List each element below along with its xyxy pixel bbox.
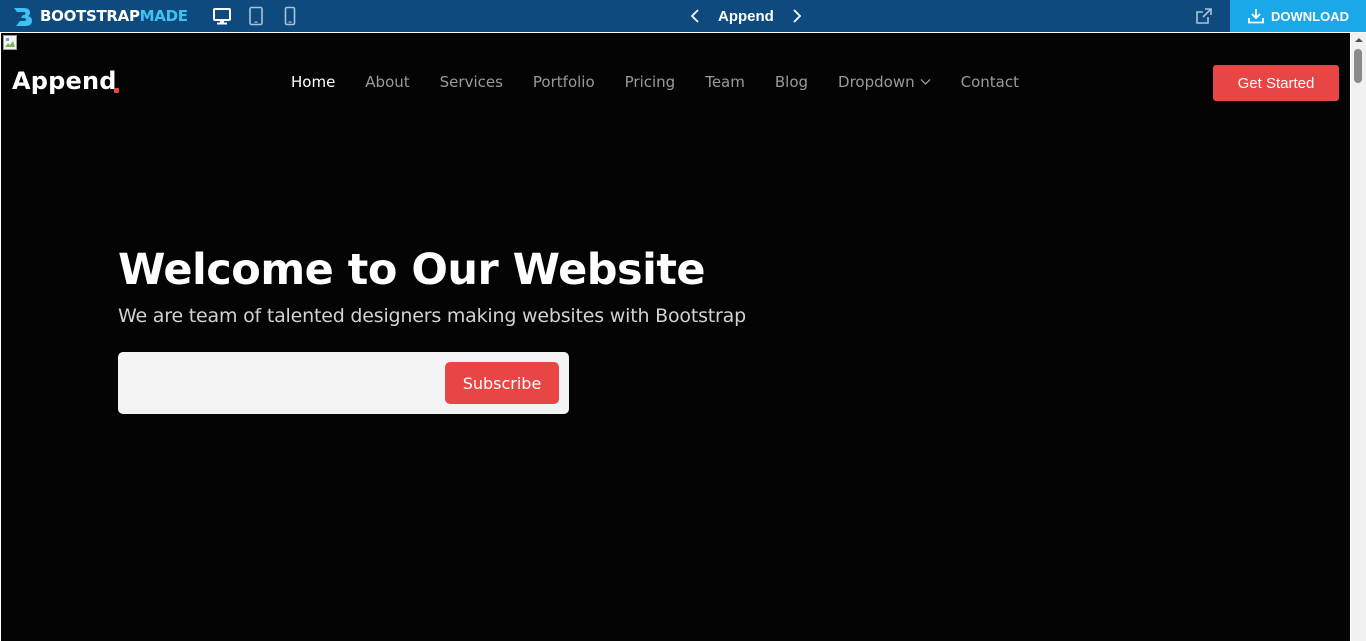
nav-label: Contact: [960, 73, 1019, 91]
logo-dot: [114, 88, 119, 93]
desktop-icon[interactable]: [212, 5, 232, 27]
nav-label: Dropdown: [838, 73, 915, 91]
nav-item-blog[interactable]: Blog: [775, 73, 808, 91]
chevron-down-icon: [920, 79, 931, 85]
tablet-icon[interactable]: [246, 5, 266, 27]
nav-item-about[interactable]: About: [365, 73, 409, 91]
nav-label: Home: [291, 73, 336, 91]
nav-label: Portfolio: [532, 73, 595, 91]
broken-image-icon: [3, 35, 17, 50]
brand-name-part1: BOOTSTRAP: [40, 7, 140, 25]
subscribe-button[interactable]: Subscribe: [445, 362, 559, 404]
main-nav: Home About Services Portfolio Pricing Te…: [291, 71, 1049, 93]
hero-title: Welcome to Our Website: [118, 245, 706, 295]
scroll-up-arrow-icon[interactable]: [1355, 38, 1363, 42]
nav-label: Pricing: [624, 73, 676, 91]
brand-name-part2: MADE: [139, 7, 188, 25]
download-label: DOWNLOAD: [1271, 8, 1349, 24]
hero-subtitle: We are team of talented designers making…: [118, 305, 746, 327]
nav-item-contact[interactable]: Contact: [961, 73, 1019, 91]
vertical-scrollbar[interactable]: [1351, 33, 1366, 641]
nav-label: Team: [705, 73, 745, 91]
bootstrapmade-brand[interactable]: BOOTSTRAPMADE: [12, 5, 188, 27]
scroll-thumb[interactable]: [1354, 49, 1362, 83]
chevron-left-icon[interactable]: [686, 5, 704, 27]
mobile-icon[interactable]: [280, 5, 300, 27]
site-preview-frame: Append Home About Services Portfolio Pri…: [0, 32, 1366, 641]
nav-item-dropdown[interactable]: Dropdown: [838, 73, 931, 91]
site-logo[interactable]: Append: [12, 67, 117, 95]
nav-label: Blog: [774, 73, 809, 91]
external-link-icon[interactable]: [1193, 5, 1215, 27]
nav-label: Services: [439, 73, 503, 91]
download-icon: [1248, 9, 1264, 24]
template-navigator: Append: [686, 4, 806, 28]
download-button[interactable]: DOWNLOAD: [1230, 0, 1366, 32]
preview-toolbar: BOOTSTRAPMADE Append DOWNLOAD: [0, 0, 1366, 32]
nav-item-home[interactable]: Home: [291, 73, 335, 91]
chevron-right-icon[interactable]: [788, 5, 806, 27]
email-input[interactable]: [128, 362, 438, 404]
nav-label: About: [365, 73, 410, 91]
get-started-button[interactable]: Get Started: [1213, 65, 1339, 101]
nav-item-services[interactable]: Services: [440, 73, 503, 91]
nav-item-team[interactable]: Team: [705, 73, 745, 91]
brand-name: BOOTSTRAPMADE: [40, 7, 188, 25]
template-title: Append: [718, 7, 774, 25]
device-switcher: [212, 5, 300, 27]
subscribe-form: Subscribe: [118, 352, 569, 414]
bootstrapmade-logo-icon: [14, 8, 32, 26]
nav-item-portfolio[interactable]: Portfolio: [533, 73, 595, 91]
site-page: Append Home About Services Portfolio Pri…: [1, 33, 1350, 641]
nav-item-pricing[interactable]: Pricing: [625, 73, 676, 91]
